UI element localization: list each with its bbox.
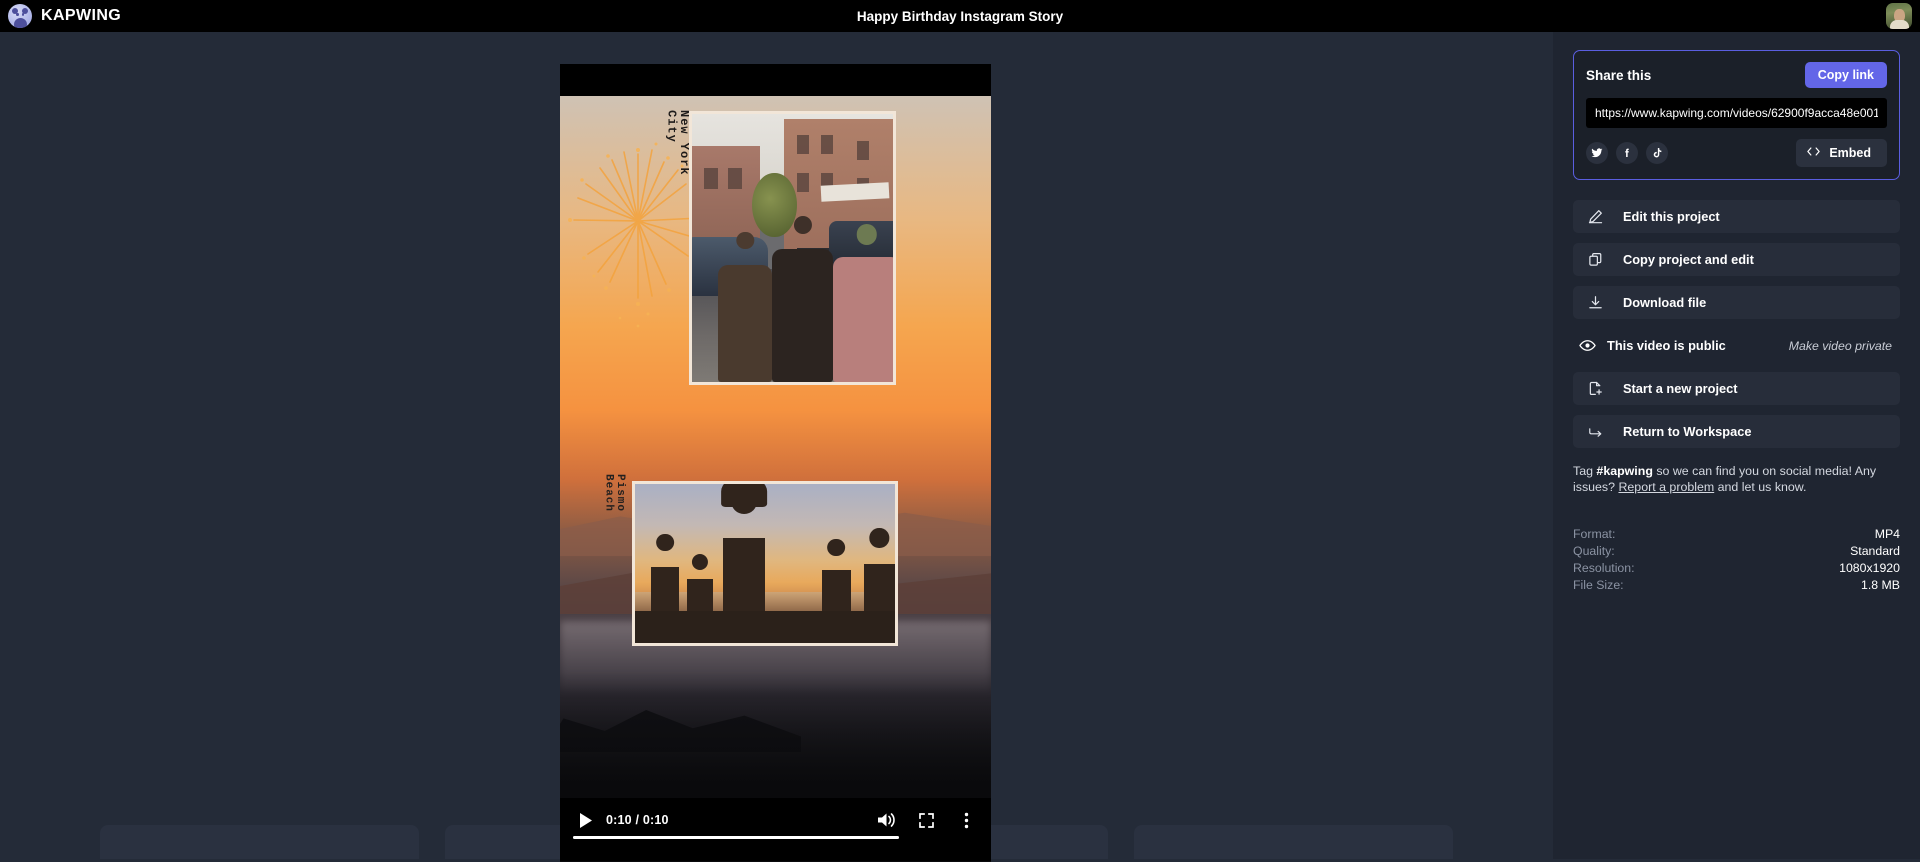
avatar-body bbox=[1890, 20, 1909, 29]
copy-project-and-edit-button[interactable]: Copy project and edit bbox=[1573, 243, 1900, 276]
tag-note: Tag #kapwing so we can find you on socia… bbox=[1573, 464, 1900, 496]
progress-bar[interactable] bbox=[573, 836, 899, 839]
brand-name: KAPWING bbox=[41, 7, 121, 25]
return-to-workspace-button[interactable]: Return to Workspace bbox=[1573, 415, 1900, 448]
photo-subject bbox=[772, 216, 832, 382]
action-label: Copy project and edit bbox=[1623, 252, 1754, 267]
pencil-icon bbox=[1587, 208, 1604, 225]
tag-note-suffix: and let us know. bbox=[1714, 480, 1806, 494]
background-card bbox=[1134, 825, 1453, 859]
metadata-row: File Size: 1.8 MB bbox=[1573, 577, 1900, 594]
tag-note-prefix: Tag bbox=[1573, 464, 1596, 478]
copy-icon bbox=[1587, 251, 1604, 268]
tiktok-icon[interactable] bbox=[1646, 142, 1668, 164]
share-url-input[interactable] bbox=[1586, 98, 1887, 128]
export-metadata: Format: MP4 Quality: Standard Resolution… bbox=[1573, 526, 1900, 594]
twitter-icon[interactable] bbox=[1586, 142, 1608, 164]
action-label: Download file bbox=[1623, 295, 1706, 310]
tag-note-hashtag: #kapwing bbox=[1596, 464, 1652, 478]
photo-subject bbox=[718, 232, 772, 382]
avatar[interactable] bbox=[1886, 3, 1912, 29]
video-player[interactable]: New York City bbox=[560, 64, 991, 861]
kapwing-mascot-icon bbox=[8, 4, 32, 28]
start-a-new-project-button[interactable]: Start a new project bbox=[1573, 372, 1900, 405]
edit-this-project-button[interactable]: Edit this project bbox=[1573, 200, 1900, 233]
metadata-row: Format: MP4 bbox=[1573, 526, 1900, 543]
background-card bbox=[100, 825, 419, 859]
overlay-text-top: New York City bbox=[665, 110, 690, 176]
metadata-row: Quality: Standard bbox=[1573, 543, 1900, 560]
visibility-row: This video is public Make video private bbox=[1573, 329, 1900, 362]
copy-link-button[interactable]: Copy link bbox=[1805, 62, 1887, 88]
top-bar: KAPWING Happy Birthday Instagram Story bbox=[0, 0, 1920, 32]
brand-logo[interactable]: KAPWING bbox=[0, 4, 121, 28]
play-icon[interactable] bbox=[572, 807, 598, 833]
new-file-icon bbox=[1587, 380, 1604, 397]
volume-high-icon[interactable] bbox=[873, 807, 899, 833]
share-title: Share this bbox=[1586, 68, 1651, 83]
metadata-value: 1080x1920 bbox=[1737, 560, 1900, 577]
share-sidebar: Share this Copy link bbox=[1553, 32, 1920, 859]
metadata-value: MP4 bbox=[1737, 526, 1900, 543]
eye-icon bbox=[1579, 337, 1596, 354]
video-controls[interactable]: 0:10 / 0:10 bbox=[560, 798, 991, 861]
code-brackets-icon bbox=[1807, 146, 1820, 160]
photo-subject bbox=[833, 221, 896, 382]
download-file-button[interactable]: Download file bbox=[1573, 286, 1900, 319]
action-label: Edit this project bbox=[1623, 209, 1720, 224]
share-card: Share this Copy link bbox=[1573, 50, 1900, 180]
embed-button[interactable]: Embed bbox=[1796, 139, 1887, 167]
video-canvas[interactable]: New York City bbox=[560, 96, 991, 862]
metadata-row: Resolution: 1080x1920 bbox=[1573, 560, 1900, 577]
embed-button-label: Embed bbox=[1829, 146, 1871, 160]
kebab-menu-icon[interactable] bbox=[953, 807, 979, 833]
report-a-problem-link[interactable]: Report a problem bbox=[1618, 480, 1714, 494]
facebook-icon[interactable] bbox=[1616, 142, 1638, 164]
progress-fill bbox=[573, 836, 899, 839]
metadata-key: File Size: bbox=[1573, 577, 1737, 594]
metadata-key: Format: bbox=[1573, 526, 1737, 543]
fullscreen-icon[interactable] bbox=[913, 807, 939, 833]
metadata-key: Resolution: bbox=[1573, 560, 1737, 577]
photo-pismo-beach bbox=[632, 481, 898, 646]
overlay-text-bottom: Pismo Beach bbox=[602, 474, 625, 512]
make-video-private-link[interactable]: Make video private bbox=[1789, 339, 1892, 353]
metadata-value: 1.8 MB bbox=[1737, 577, 1900, 594]
time-display: 0:10 / 0:10 bbox=[606, 813, 669, 827]
action-label: Start a new project bbox=[1623, 381, 1738, 396]
action-label: Return to Workspace bbox=[1623, 424, 1751, 439]
primary-action-list: Edit this project Copy project and edit … bbox=[1573, 200, 1900, 448]
download-icon bbox=[1587, 294, 1604, 311]
metadata-key: Quality: bbox=[1573, 543, 1737, 560]
arrow-return-icon bbox=[1587, 423, 1604, 440]
project-title: Happy Birthday Instagram Story bbox=[0, 9, 1920, 24]
photo-new-york-city bbox=[689, 111, 896, 385]
main-stage: New York City bbox=[0, 32, 1553, 859]
visibility-status: This video is public bbox=[1607, 338, 1726, 353]
metadata-value: Standard bbox=[1737, 543, 1900, 560]
